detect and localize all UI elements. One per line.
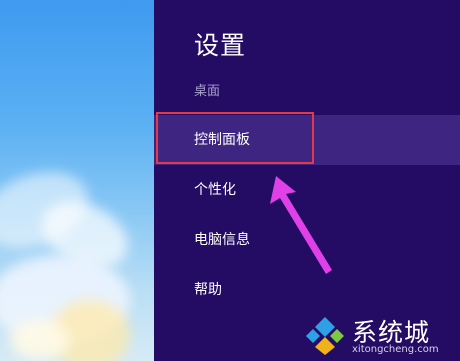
settings-title: 设置 bbox=[194, 31, 247, 60]
watermark: 系统城 xitongcheng.com bbox=[300, 311, 460, 361]
desktop-wallpaper bbox=[0, 0, 154, 361]
settings-subtitle: 桌面 bbox=[194, 84, 221, 99]
menu-item-pc-info[interactable]: 电脑信息 bbox=[154, 215, 460, 265]
screen: 设置 桌面 控制面板 个性化 电脑信息 帮助 系统城 xitongcheng.c… bbox=[0, 0, 460, 361]
menu-item-control-panel[interactable]: 控制面板 bbox=[154, 115, 460, 165]
menu-item-personalization[interactable]: 个性化 bbox=[154, 165, 460, 215]
menu-item-help[interactable]: 帮助 bbox=[154, 265, 460, 315]
watermark-url: xitongcheng.com bbox=[352, 344, 439, 355]
watermark-logo-icon bbox=[306, 317, 344, 355]
settings-charm-panel: 设置 桌面 控制面板 个性化 电脑信息 帮助 bbox=[154, 0, 460, 361]
